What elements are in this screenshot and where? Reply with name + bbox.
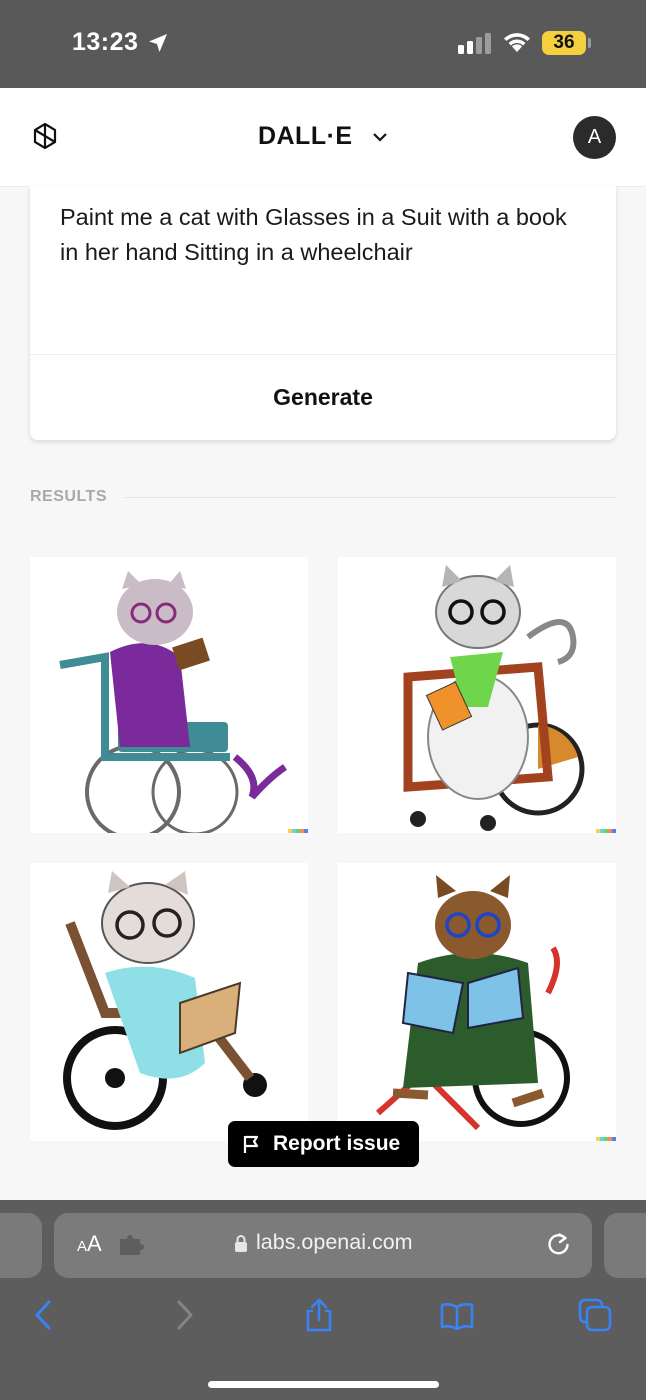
cat-illustration-1 — [59, 571, 287, 833]
generate-button[interactable]: Generate — [30, 355, 616, 440]
next-tab-preview[interactable] — [604, 1213, 646, 1278]
battery-tip — [588, 38, 591, 48]
report-issue-button[interactable]: Report issue — [228, 1121, 419, 1167]
page-title: DALL·E — [257, 122, 353, 150]
report-issue-label: Report issue — [273, 1132, 401, 1155]
reload-icon[interactable] — [545, 1231, 572, 1258]
wifi-icon — [504, 33, 530, 52]
battery-indicator: 36 — [542, 31, 586, 55]
cat-illustration-2 — [403, 565, 585, 831]
results-heading: RESULTS — [30, 488, 107, 505]
url-text: labs.openai.com — [256, 1230, 413, 1254]
prompt-card: Paint me a cat with Glasses in a Suit wi… — [30, 186, 616, 440]
model-selector[interactable]: DALL·E — [0, 122, 646, 151]
image-badge — [596, 829, 616, 833]
home-indicator — [208, 1381, 439, 1388]
status-bar: 13:23 36 — [0, 0, 646, 88]
puzzle-icon[interactable] — [118, 1234, 144, 1256]
bookmarks-icon[interactable] — [440, 1298, 474, 1332]
text-size-button[interactable]: AAAA — [77, 1231, 102, 1257]
cat-illustration-3 — [63, 871, 267, 1130]
divider — [125, 497, 616, 498]
result-image-4[interactable] — [338, 863, 616, 1141]
forward-icon[interactable] — [167, 1298, 201, 1332]
cat-illustration-4 — [376, 875, 570, 1131]
image-badge — [596, 1137, 616, 1141]
address-bar[interactable]: AAAA labs.openai.com — [54, 1213, 592, 1278]
share-icon[interactable] — [302, 1298, 336, 1332]
result-image-3[interactable] — [30, 863, 308, 1141]
chevron-down-icon — [373, 133, 387, 142]
status-time: 13:23 — [72, 28, 139, 56]
avatar[interactable]: A — [573, 116, 616, 159]
tabs-icon[interactable] — [578, 1298, 612, 1332]
prompt-input[interactable]: Paint me a cat with Glasses in a Suit wi… — [60, 200, 590, 270]
signal-icon — [458, 33, 491, 54]
image-badge — [288, 829, 308, 833]
previous-tab-preview[interactable] — [0, 1213, 42, 1278]
flag-icon — [243, 1135, 259, 1153]
back-icon[interactable] — [27, 1298, 61, 1332]
location-arrow-icon — [149, 34, 167, 52]
lock-icon — [235, 1235, 247, 1252]
result-image-2[interactable] — [338, 557, 616, 833]
result-image-1[interactable] — [30, 557, 308, 833]
